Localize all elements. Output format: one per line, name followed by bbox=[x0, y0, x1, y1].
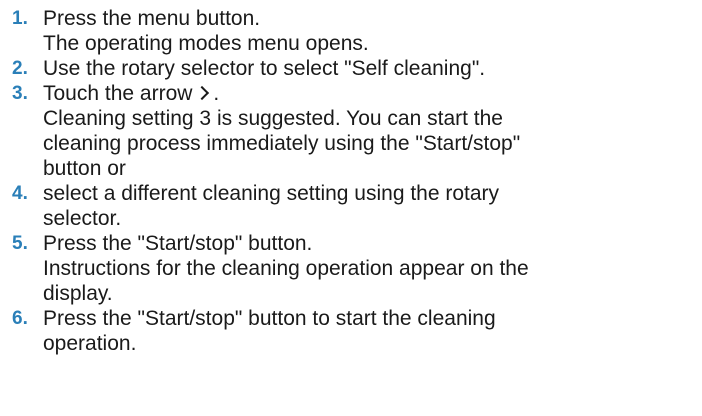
instruction-steps: 1. Press the menu button. The operating … bbox=[12, 6, 696, 356]
step-number: 5. bbox=[12, 233, 28, 254]
step-text: Press the "Start/stop" button. bbox=[43, 232, 313, 255]
step-text: operation. bbox=[43, 332, 137, 355]
step-text-after-icon: . bbox=[213, 82, 220, 105]
step-number: 6. bbox=[12, 308, 28, 329]
step-text: Use the rotary selector to select "Self … bbox=[43, 57, 486, 80]
step-2: 2. Use the rotary selector to select "Se… bbox=[12, 56, 696, 81]
step-1: 1. Press the menu button. The operating … bbox=[12, 6, 696, 56]
step-text: select a different cleaning setting usin… bbox=[43, 182, 500, 205]
step-5: 5. Press the "Start/stop" button. Instru… bbox=[12, 231, 696, 306]
step-result-text: display. bbox=[43, 282, 113, 305]
step-result-text: button or bbox=[43, 157, 126, 180]
step-result-text: Cleaning setting 3 is suggested. You can… bbox=[43, 107, 503, 130]
step-number: 1. bbox=[12, 8, 28, 29]
step-number: 2. bbox=[12, 58, 28, 79]
chevron-right-icon bbox=[195, 86, 210, 101]
step-6: 6. Press the "Start/stop" button to star… bbox=[12, 306, 696, 356]
step-text: Press the menu button. bbox=[43, 7, 261, 30]
step-result-text: Instructions for the cleaning operation … bbox=[43, 257, 529, 280]
step-text-before-icon: Touch the arrow bbox=[43, 82, 193, 105]
step-text: selector. bbox=[43, 207, 122, 230]
step-result-text: cleaning process immediately using the "… bbox=[43, 132, 521, 155]
step-3: 3. Touch the arrow. Cleaning setting 3 i… bbox=[12, 81, 696, 181]
step-4: 4. select a different cleaning setting u… bbox=[12, 181, 696, 231]
step-text: Press the "Start/stop" button to start t… bbox=[43, 307, 496, 330]
step-number: 3. bbox=[12, 83, 28, 104]
step-number: 4. bbox=[12, 183, 28, 204]
step-text: Touch the arrow. bbox=[43, 81, 696, 106]
step-result-text: The operating modes menu opens. bbox=[43, 32, 369, 55]
